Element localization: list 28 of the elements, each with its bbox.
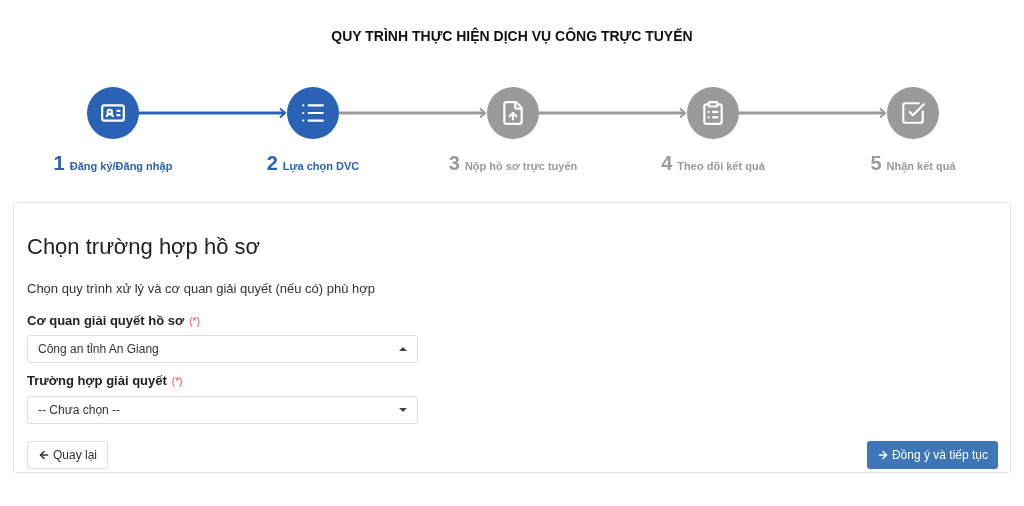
back-button[interactable]: Quay lại [27,440,109,469]
step-label: Theo dõi kết quả [677,159,765,174]
step-number: 1 [53,151,65,176]
form-description: Chọn quy trình xử lý và cơ quan giải quyết (nếu có) phù hợp [27,280,377,298]
file-upload-icon [500,100,526,126]
arrow-right-icon [876,448,889,461]
step-number: 5 [870,151,882,176]
caret-up-icon [399,347,407,351]
required-mark: (*) [189,314,200,329]
arrow-left-icon [38,448,50,461]
field-label: Trường hợp giải quyết [27,372,167,390]
field-label: Cơ quan giải quyết hồ sơ [27,311,185,330]
step-label: Lựa chọn DVC [282,159,360,175]
caret-down-icon [399,407,407,412]
select-field[interactable]: Công an tỉnh An Giang [27,335,418,363]
step-label: Nộp hồ sơ trực tuyến [464,159,578,175]
required-mark: (*) [171,375,183,389]
step-number: 2 [266,151,278,176]
form-heading: Chọn trường hợp hồ sơ [27,233,261,261]
step-number: 3 [448,151,460,176]
select-field[interactable]: -- Chưa chọn -- [27,395,418,424]
step-label: Nhận kết quả [886,159,956,175]
page-title: QUY TRÌNH THỰC HIỆN DỊCH VỤ CÔNG TRỰC TUYẾN [330,26,694,46]
step-label: Đăng ký/Đăng nhập [69,159,173,175]
next-button[interactable]: Đồng ý và tiếp tục [866,440,998,469]
clipboard-list-icon [700,100,726,126]
check-square-icon [900,100,926,126]
step-number: 4 [661,151,673,176]
